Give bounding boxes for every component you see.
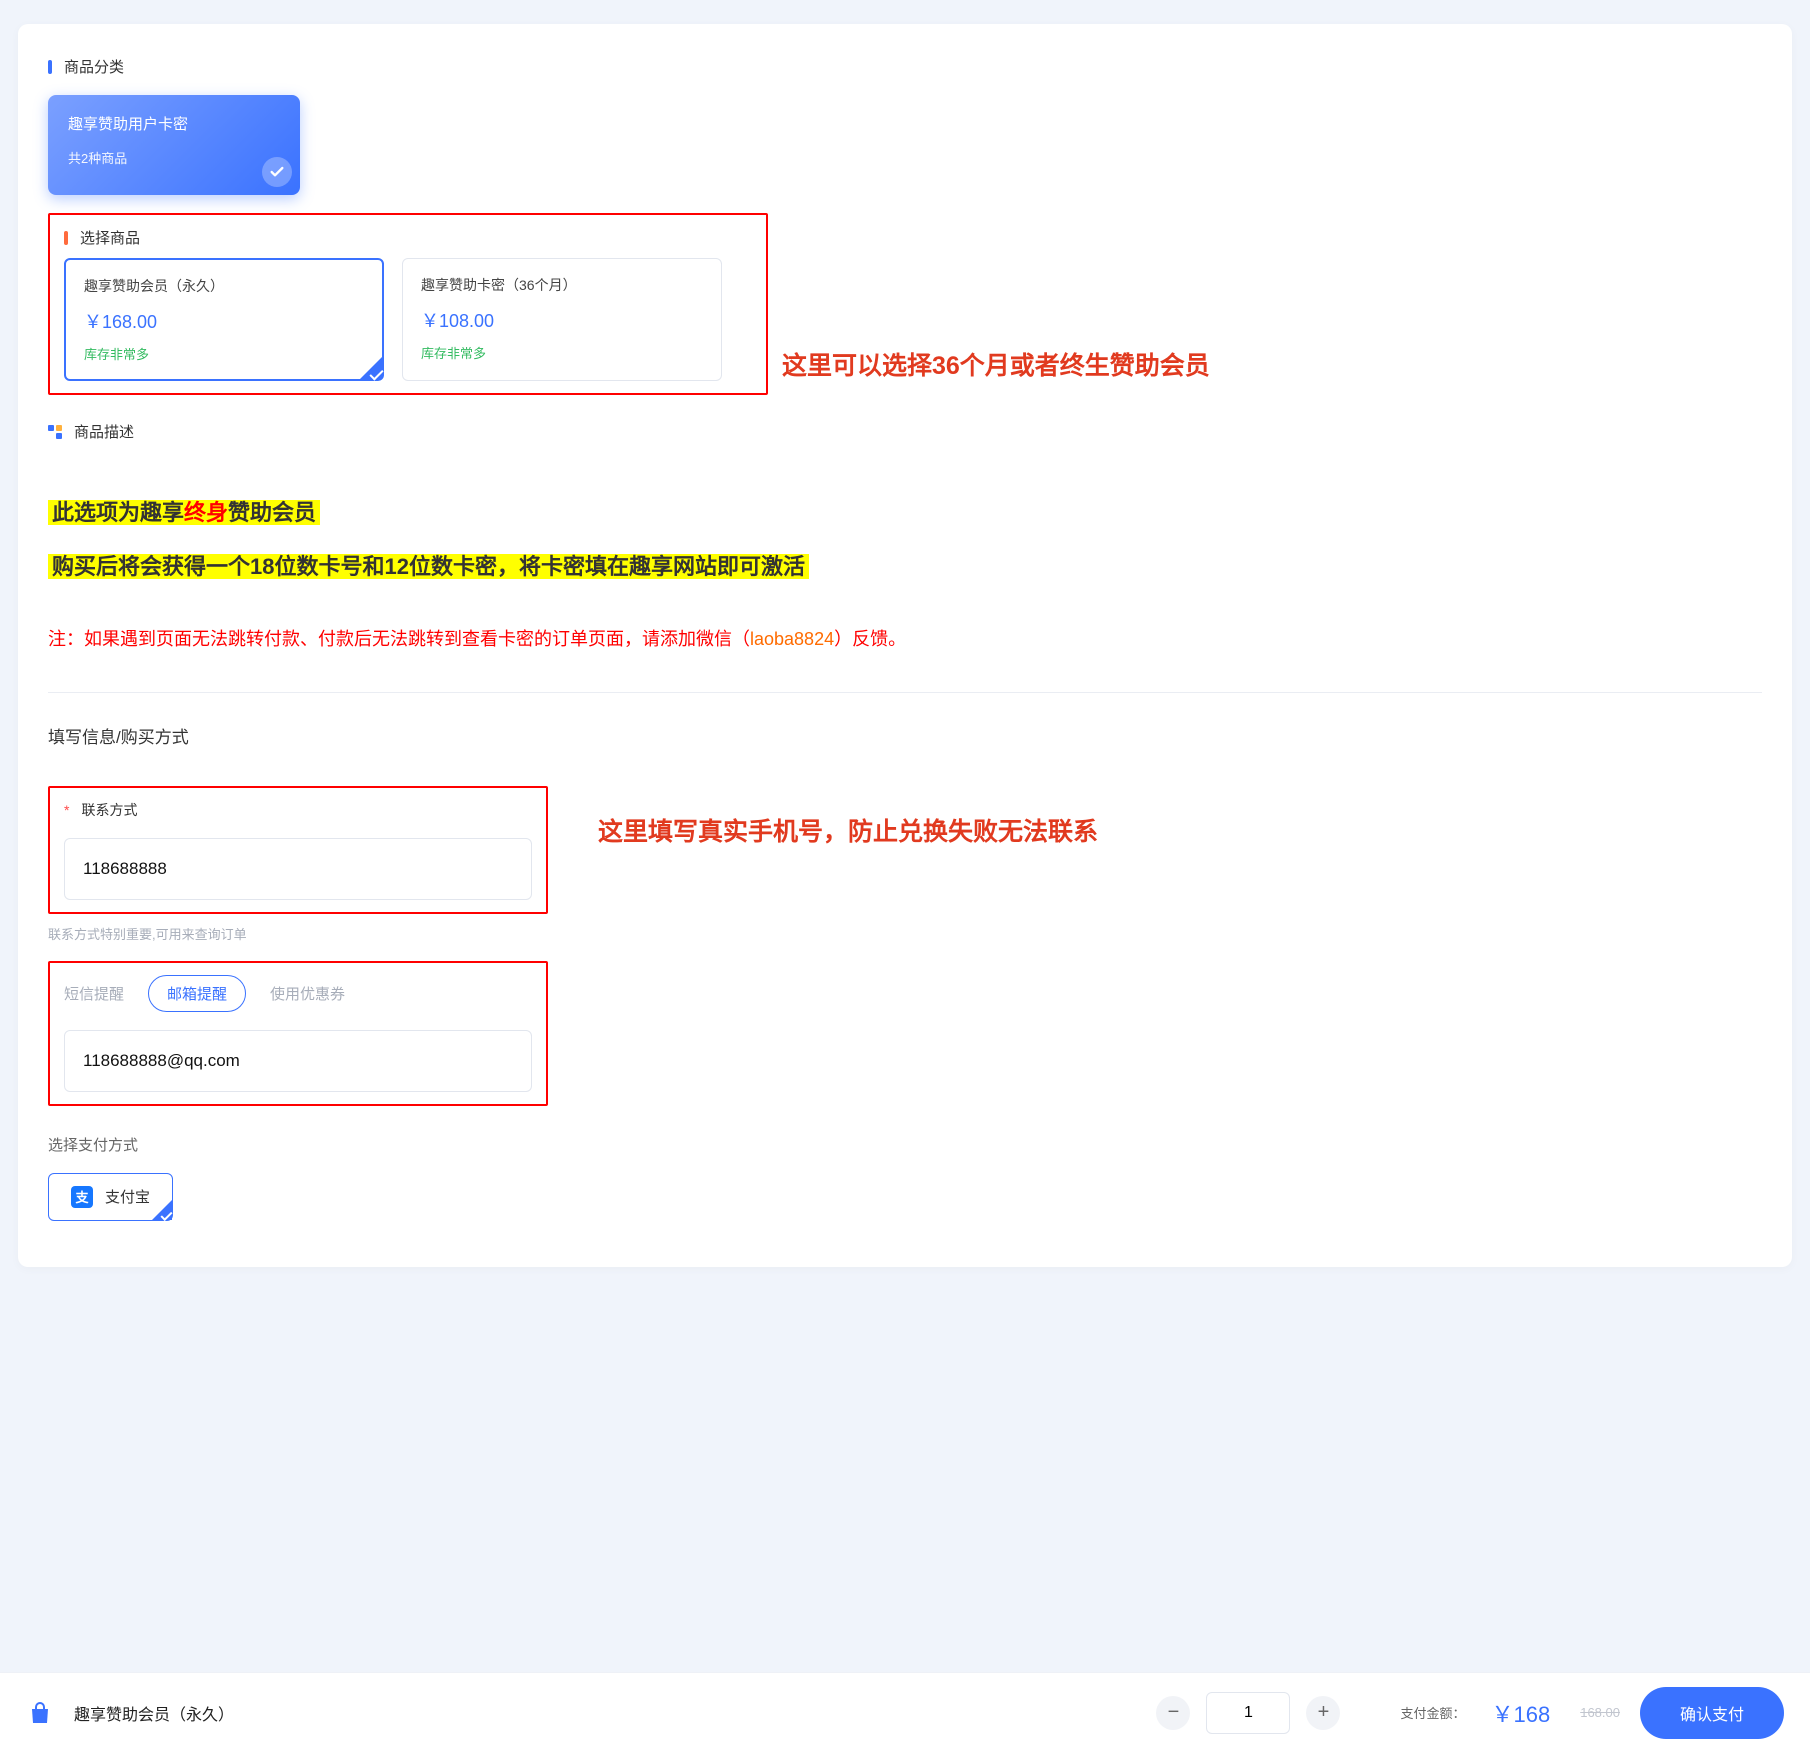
product-card-36m[interactable]: 趣享赞助卡密（36个月） ￥108.00 库存非常多 xyxy=(402,258,722,381)
chip-email[interactable]: 邮箱提醒 xyxy=(148,975,246,1012)
section-category-label: 商品分类 xyxy=(64,56,124,77)
bar-icon xyxy=(48,60,52,74)
selected-corner-icon xyxy=(152,1200,172,1220)
product-name: 趣享赞助卡密（36个月） xyxy=(421,275,703,295)
pay-method-label: 选择支付方式 xyxy=(48,1134,1762,1155)
confirm-pay-button[interactable]: 确认支付 xyxy=(1640,1687,1784,1739)
annotation-contact: 这里填写真实手机号，防止兑换失败无法联系 xyxy=(598,812,1098,848)
section-category-header: 商品分类 xyxy=(48,56,1762,77)
squares-icon xyxy=(48,425,62,439)
selected-corner-icon xyxy=(360,357,382,379)
desc-note: 注：如果遇到页面无法跳转付款、付款后无法跳转到查看卡密的订单页面，请添加微信（l… xyxy=(48,622,1762,656)
redbox-contact: * 联系方式 xyxy=(48,786,548,914)
email-input[interactable] xyxy=(64,1030,532,1092)
section-fill-label: 填写信息/购买方式 xyxy=(48,723,1762,748)
section-desc-label: 商品描述 xyxy=(74,421,134,442)
qty-plus-button[interactable]: + xyxy=(1306,1696,1340,1730)
qty-row: − + xyxy=(1156,1692,1340,1734)
alipay-icon: 支 xyxy=(71,1186,93,1208)
description-block: 此选项为趣享终身赞助会员 购买后将会获得一个18位数卡号和12位数卡密，将卡密填… xyxy=(48,492,1762,656)
check-circle-icon xyxy=(262,157,292,187)
alipay-label: 支付宝 xyxy=(105,1186,150,1207)
pay-amount: ￥168 xyxy=(1492,1697,1551,1729)
pay-amount-original: 168.00 xyxy=(1580,1705,1620,1720)
contact-helper: 联系方式特别重要,可用来查询订单 xyxy=(48,924,548,943)
product-stock: 库存非常多 xyxy=(84,344,364,363)
section-select-label: 选择商品 xyxy=(80,227,140,248)
chip-sms[interactable]: 短信提醒 xyxy=(64,983,124,1004)
bottom-product-name: 趣享赞助会员（永久） xyxy=(74,1701,234,1725)
redbox-email: 短信提醒 邮箱提醒 使用优惠券 xyxy=(48,961,548,1106)
qty-minus-button[interactable]: − xyxy=(1156,1696,1190,1730)
bottom-bar: 趣享赞助会员（永久） − + 支付金额： ￥168 168.00 确认支付 xyxy=(0,1672,1810,1752)
desc-line1: 此选项为趣享终身赞助会员 xyxy=(48,500,320,525)
pay-option-alipay[interactable]: 支 支付宝 xyxy=(48,1173,173,1221)
required-star-icon: * xyxy=(64,802,69,818)
product-card-permanent[interactable]: 趣享赞助会员（永久） ￥168.00 库存非常多 xyxy=(64,258,384,381)
annotation-select: 这里可以选择36个月或者终生赞助会员 xyxy=(782,346,1210,382)
desc-line2: 购买后将会获得一个18位数卡号和12位数卡密，将卡密填在趣享网站即可激活 xyxy=(48,554,809,579)
category-sub: 共2种商品 xyxy=(68,148,280,167)
bag-icon xyxy=(26,1701,54,1725)
pay-amount-label: 支付金额： xyxy=(1400,1703,1465,1722)
qty-input[interactable] xyxy=(1206,1692,1290,1734)
product-name: 趣享赞助会员（永久） xyxy=(84,276,364,296)
bar-icon xyxy=(64,231,68,245)
chip-coupon[interactable]: 使用优惠券 xyxy=(270,983,345,1004)
product-stock: 库存非常多 xyxy=(421,343,703,362)
main-card: 商品分类 趣享赞助用户卡密 共2种商品 选择商品 趣享赞助会员（永久） ￥168… xyxy=(18,24,1792,1267)
category-card[interactable]: 趣享赞助用户卡密 共2种商品 xyxy=(48,95,300,195)
section-desc-header: 商品描述 xyxy=(48,421,1762,442)
product-price: ￥168.00 xyxy=(84,308,364,334)
category-title: 趣享赞助用户卡密 xyxy=(68,113,280,134)
contact-label: 联系方式 xyxy=(81,800,137,820)
divider xyxy=(48,692,1762,693)
contact-input[interactable] xyxy=(64,838,532,900)
product-price: ￥108.00 xyxy=(421,307,703,333)
redbox-products: 选择商品 趣享赞助会员（永久） ￥168.00 库存非常多 趣享赞助卡密（36个… xyxy=(48,213,768,395)
